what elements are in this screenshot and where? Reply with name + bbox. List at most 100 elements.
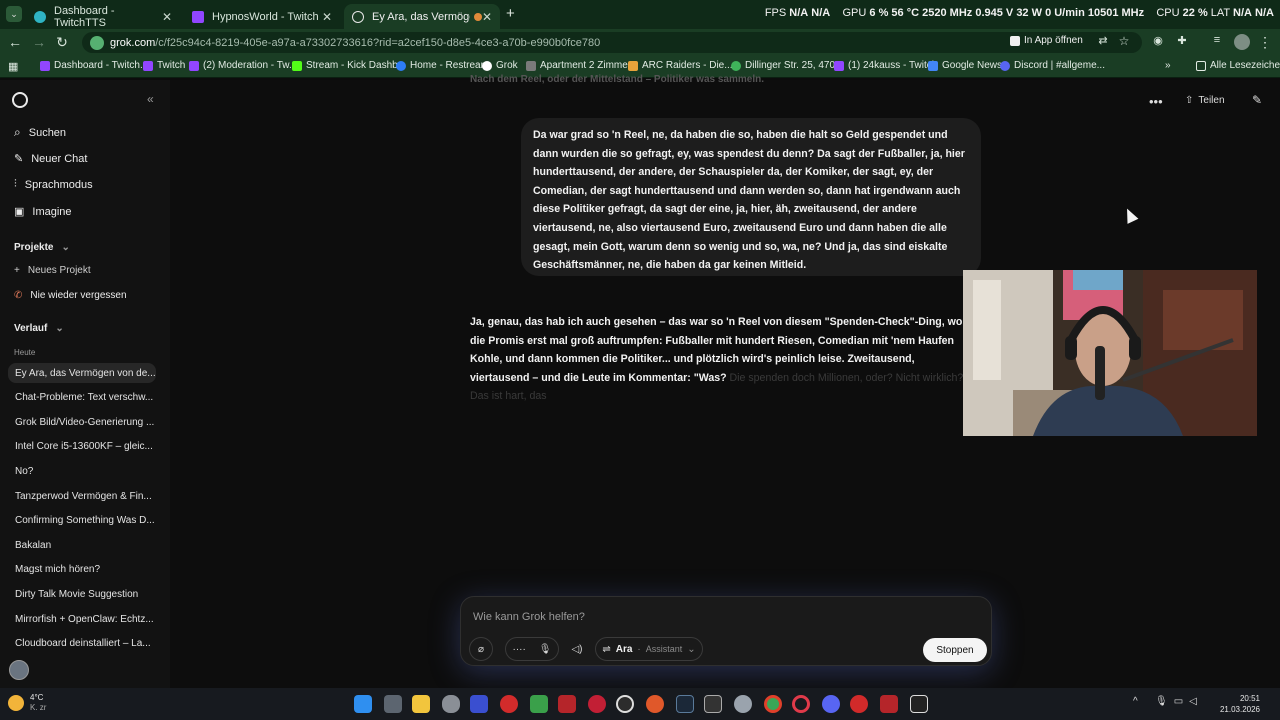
dark-app-icon[interactable] (910, 695, 928, 713)
history-item[interactable]: No? (15, 466, 160, 477)
bookmark-google-news[interactable]: Google News (928, 60, 1002, 71)
share-icon: ⇧ (1185, 95, 1194, 106)
mouse-app-icon[interactable] (442, 695, 460, 713)
sidebar-item-search[interactable]: ⌕ Suchen (14, 125, 66, 140)
bookmark-twitch[interactable]: Twitch (143, 60, 185, 71)
history-item[interactable]: Tanzperwod Vermögen & Fin... (15, 491, 160, 502)
bookmark-24kauss[interactable]: (1) 24kauss - Twitch (834, 60, 937, 71)
close-icon[interactable]: ✕ (322, 10, 332, 24)
bookmark-dashboard-twitch[interactable]: Dashboard - Twitch... (40, 60, 148, 71)
extension-icon[interactable]: ◉ (1149, 34, 1167, 47)
back-icon[interactable]: ← (6, 34, 24, 50)
tab-menu-button[interactable]: ⌄ (6, 6, 22, 22)
history-item[interactable]: Magst mich hören? (15, 564, 160, 575)
weather-widget[interactable]: 4°C K. zr (8, 693, 46, 713)
history-item[interactable]: Grok Bild/Video-Generierung ... (15, 417, 160, 428)
tab-grok-chat[interactable]: Ey Ara, das Vermögen von ✕ (344, 4, 500, 29)
new-chat-icon[interactable]: ✎ (1252, 93, 1262, 107)
history-item[interactable]: Dirty Talk Movie Suggestion (15, 589, 160, 600)
media-icon[interactable]: ≡ (1208, 34, 1226, 46)
opera-icon[interactable] (792, 695, 810, 713)
translate-icon[interactable]: ⇄ (1094, 34, 1112, 47)
history-item[interactable]: Cloudboard deinstalliert – La... (15, 638, 160, 649)
voice-selector[interactable]: ⇌ Ara · Assistant ⌄ (595, 637, 703, 661)
history-item[interactable]: Confirming Something Was D... (15, 515, 160, 526)
attach-button[interactable]: ⌀ (469, 637, 493, 661)
bookmark-restream[interactable]: Home - Restream (396, 60, 489, 71)
bookmark-apartment[interactable]: Apartment 2 Zimme... (526, 60, 636, 71)
system-clock[interactable]: 20:51 21.03.2026 (1220, 693, 1260, 715)
project-nie-wieder-vergessen[interactable]: ✆ Nie wieder vergessen (14, 290, 127, 301)
more-bookmarks-icon[interactable]: » (1165, 60, 1171, 71)
tray-chevron-icon[interactable]: ^ (1133, 696, 1138, 707)
bookmark-discord[interactable]: Discord | #allgeme... (1000, 60, 1105, 71)
projects-header[interactable]: Projekte ⌄ (14, 242, 70, 253)
history-item[interactable]: Chat-Probleme: Text verschw... (15, 392, 160, 403)
url-host: grok.com (110, 36, 156, 49)
v-app-icon[interactable] (470, 695, 488, 713)
new-project-button[interactable]: + Neues Projekt (14, 265, 91, 276)
collapse-sidebar-icon[interactable]: « (147, 92, 154, 106)
media-app-2-icon[interactable] (880, 695, 898, 713)
new-tab-button[interactable]: + (506, 5, 515, 22)
grok-logo[interactable] (12, 92, 28, 108)
chrome-icon[interactable] (764, 695, 782, 713)
more-options-icon[interactable]: ••• (1149, 94, 1163, 109)
history-item[interactable]: Mirrorfish + OpenClaw: Echtz... (15, 614, 160, 625)
windows-start-icon[interactable] (354, 695, 372, 713)
tab-hypnosworld[interactable]: HypnosWorld - Twitch ✕ (184, 4, 340, 29)
image-icon: ▣ (14, 206, 25, 218)
user-avatar[interactable] (9, 660, 29, 680)
share-button[interactable]: ⇧ Teilen (1185, 95, 1225, 106)
obs-icon[interactable] (616, 695, 634, 713)
history-item[interactable]: Intel Core i5-13600KF – gleic... (15, 441, 160, 452)
speaker-button[interactable]: ◁) (565, 637, 589, 661)
chat-input[interactable]: Wie kann Grok helfen? (473, 611, 585, 623)
waveform-icon[interactable]: ···· (512, 644, 525, 655)
bookmark-favicon (292, 60, 302, 71)
sidebar-item-imagine[interactable]: ▣ Imagine (14, 205, 72, 219)
bookmark-star-icon[interactable]: ☆ (1115, 34, 1133, 48)
bookmark-arc-raiders[interactable]: ARC Raiders - Die... (628, 60, 733, 71)
bookmark-moderation[interactable]: (2) Moderation - Tw... (189, 60, 297, 71)
terminal-icon[interactable] (704, 695, 722, 713)
apps-grid-icon[interactable]: ▦ (8, 60, 18, 73)
close-icon[interactable]: ✕ (482, 10, 492, 24)
green-app-icon[interactable] (530, 695, 548, 713)
site-info-icon[interactable] (90, 35, 104, 50)
orange-app-icon[interactable] (646, 695, 664, 713)
stop-button[interactable]: Stoppen (923, 638, 987, 662)
search-icon: ⌕ (14, 125, 21, 139)
calculator-icon[interactable] (384, 695, 402, 713)
reload-icon[interactable]: ↻ (53, 34, 71, 51)
forward-icon[interactable]: → (30, 34, 48, 50)
bookmark-favicon (1000, 60, 1010, 71)
history-item[interactable]: Ey Ara, das Vermögen von de... (15, 368, 160, 379)
bookmark-kick[interactable]: Stream - Kick Dashb... (292, 60, 406, 71)
menu-icon[interactable]: ⋮ (1256, 34, 1274, 51)
history-item[interactable]: Bakalan (15, 540, 160, 551)
history-header[interactable]: Verlauf ⌄ (14, 323, 64, 334)
sidebar-item-new-chat[interactable]: ✎ Neuer Chat (14, 152, 87, 166)
red-circle-app-icon[interactable] (588, 695, 606, 713)
bookmark-dillinger[interactable]: Dillinger Str. 25, 470... (731, 60, 843, 71)
open-in-app-button[interactable]: In App öffnen (1010, 35, 1083, 46)
puzzle-icon[interactable]: ✚ (1173, 34, 1191, 47)
microphone-icon[interactable]: 🎙︎ (539, 644, 552, 655)
bookmark-favicon (731, 60, 741, 71)
settings-app-icon[interactable] (734, 695, 752, 713)
tab-dashboard-twitchtts[interactable]: Dashboard - TwitchTTS ✕ (26, 4, 180, 29)
all-bookmarks[interactable]: Alle Lesezeichen (1196, 60, 1280, 71)
sidebar-item-voice-mode[interactable]: ⫶ Sprachmodus (14, 178, 93, 191)
red-app-icon[interactable] (500, 695, 518, 713)
red-bird-app-icon[interactable] (850, 695, 868, 713)
profile-avatar[interactable] (1234, 34, 1250, 50)
url-field[interactable]: grok.com/c/f25c94c4-8219-405e-a97a-a7330… (82, 32, 1142, 53)
discord-icon[interactable] (822, 695, 840, 713)
tray-icons[interactable]: 🎙︎▭◁ (1155, 696, 1203, 707)
file-explorer-icon[interactable] (412, 695, 430, 713)
close-icon[interactable]: ✕ (162, 10, 172, 24)
bookmark-grok[interactable]: Grok (482, 60, 518, 71)
media-app-icon[interactable] (558, 695, 576, 713)
steam-icon[interactable] (676, 695, 694, 713)
